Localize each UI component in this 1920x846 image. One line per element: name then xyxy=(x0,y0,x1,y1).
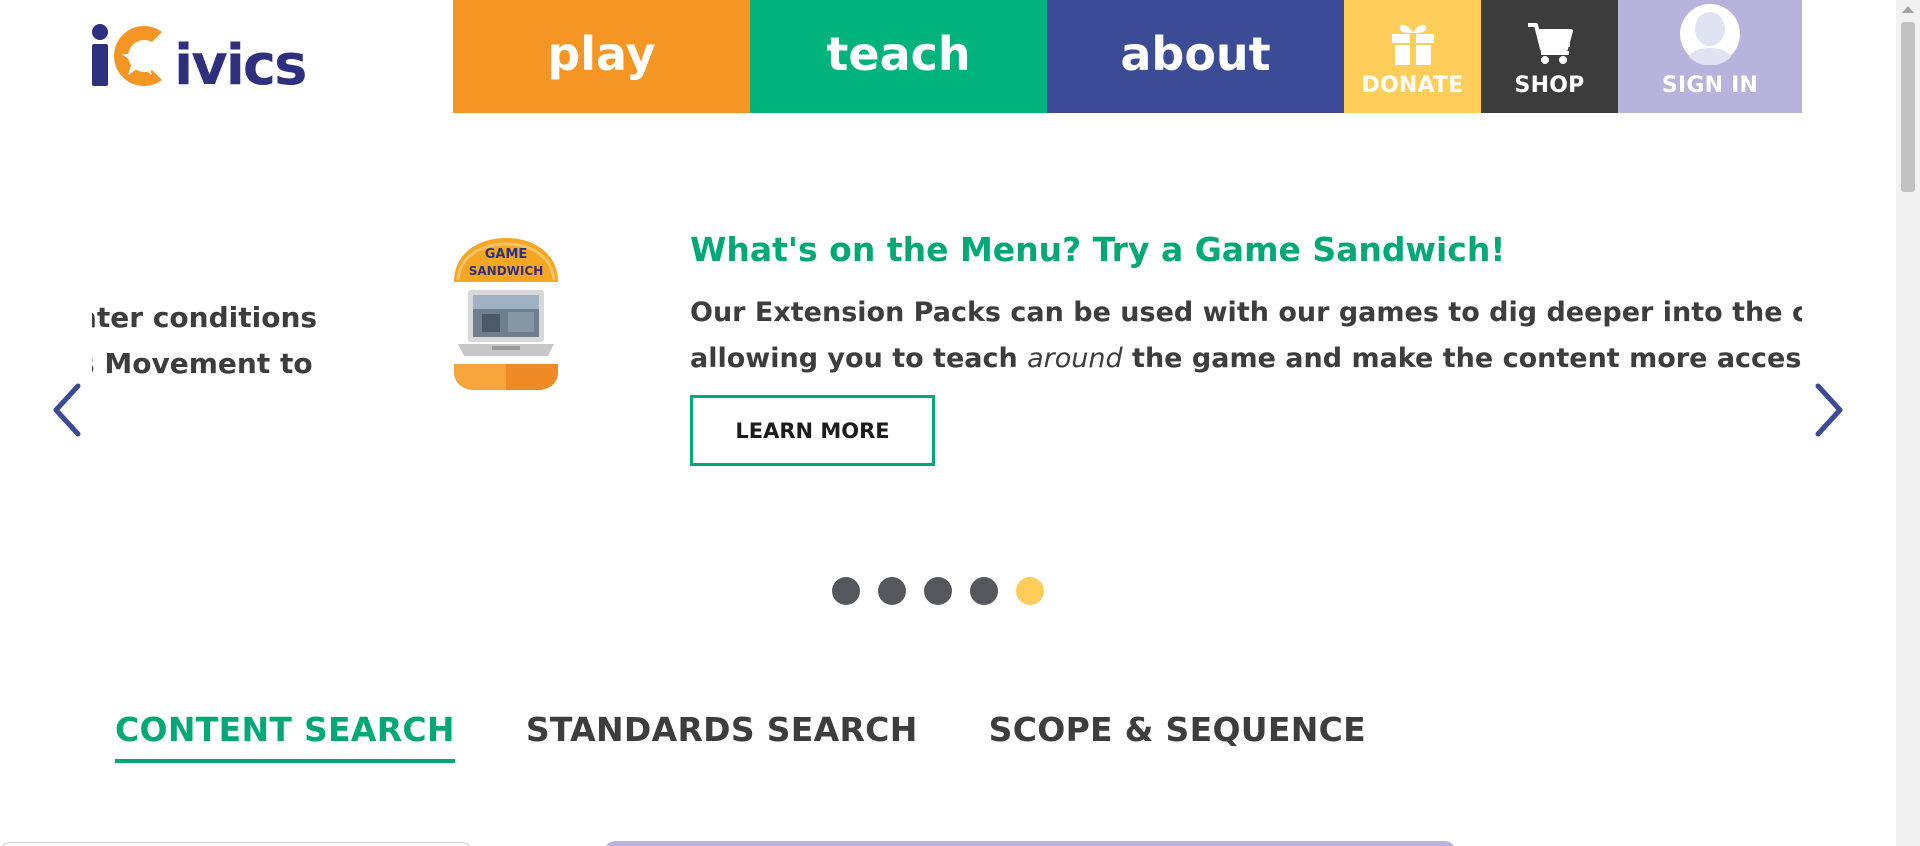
chevron-right-icon[interactable] xyxy=(1808,380,1848,440)
nav-play[interactable]: play xyxy=(453,0,750,113)
nav-about[interactable]: about xyxy=(1047,0,1344,113)
carousel-dot[interactable] xyxy=(924,577,952,605)
tab-content-search[interactable]: CONTENT SEARCH xyxy=(115,710,455,763)
svg-text:ivics: ivics xyxy=(174,33,305,90)
carousel-dot-active[interactable] xyxy=(1016,577,1044,605)
nav-shop[interactable]: SHOP xyxy=(1481,0,1618,113)
scrollbar-thumb[interactable] xyxy=(1901,22,1915,192)
learn-more-button[interactable]: LEARN MORE xyxy=(690,395,935,466)
carousel-dot[interactable] xyxy=(878,577,906,605)
search-input-edge[interactable] xyxy=(0,842,472,846)
slide-body-line-1: Our Extension Packs can be used with our… xyxy=(690,297,1802,328)
cart-icon xyxy=(1526,15,1574,65)
page-scrollbar[interactable] xyxy=(1896,0,1920,846)
nav-sign-in[interactable]: SIGN IN xyxy=(1618,0,1802,113)
logo-graphic: ivics xyxy=(92,24,307,90)
nav-donate[interactable]: DONATE xyxy=(1344,0,1481,113)
icivics-logo[interactable]: ivics xyxy=(90,18,380,90)
nav-shop-label: SHOP xyxy=(1514,73,1585,98)
previous-slide-line: ater conditions xyxy=(92,301,318,334)
game-sandwich-word: SANDWICH xyxy=(469,264,543,278)
nav-donate-label: DONATE xyxy=(1361,73,1464,98)
tab-standards-search[interactable]: STANDARDS SEARCH xyxy=(526,710,918,763)
search-tabs: CONTENT SEARCH STANDARDS SEARCH SCOPE & … xyxy=(115,710,1437,763)
previous-slide-peek: ater conditions s Movement to xyxy=(92,295,317,387)
nav-teach[interactable]: teach xyxy=(750,0,1047,113)
slide-body: Our Extension Packs can be used with our… xyxy=(690,290,1802,386)
chevron-left-icon[interactable] xyxy=(48,380,88,440)
main-nav: play teach about DONATE SHOP SIGN IN xyxy=(453,0,1802,113)
carousel-dot[interactable] xyxy=(970,577,998,605)
slide-body-line-2: allowing you to teach around the game an… xyxy=(690,336,1802,382)
nav-sign-in-label: SIGN IN xyxy=(1661,73,1759,98)
tab-scope-sequence[interactable]: SCOPE & SEQUENCE xyxy=(989,710,1366,763)
search-panel-edge xyxy=(605,841,1455,846)
slide-body-text: the game and make the content more acces… xyxy=(1132,343,1802,374)
carousel-dots xyxy=(832,577,1044,605)
slide-title: What's on the Menu? Try a Game Sandwich! xyxy=(690,230,1506,269)
previous-slide-line: s Movement to xyxy=(92,347,313,380)
avatar-icon xyxy=(1679,4,1741,65)
slide-body-text: allowing you to teach xyxy=(690,343,1028,374)
game-sandwich-word: GAME xyxy=(485,247,528,262)
game-sandwich-image: GAME SANDWICH xyxy=(454,238,558,390)
scroll-up-icon[interactable] xyxy=(1902,6,1914,13)
slide-body-emphasis: around xyxy=(1027,343,1123,374)
gift-icon xyxy=(1390,15,1436,65)
carousel-dot[interactable] xyxy=(832,577,860,605)
